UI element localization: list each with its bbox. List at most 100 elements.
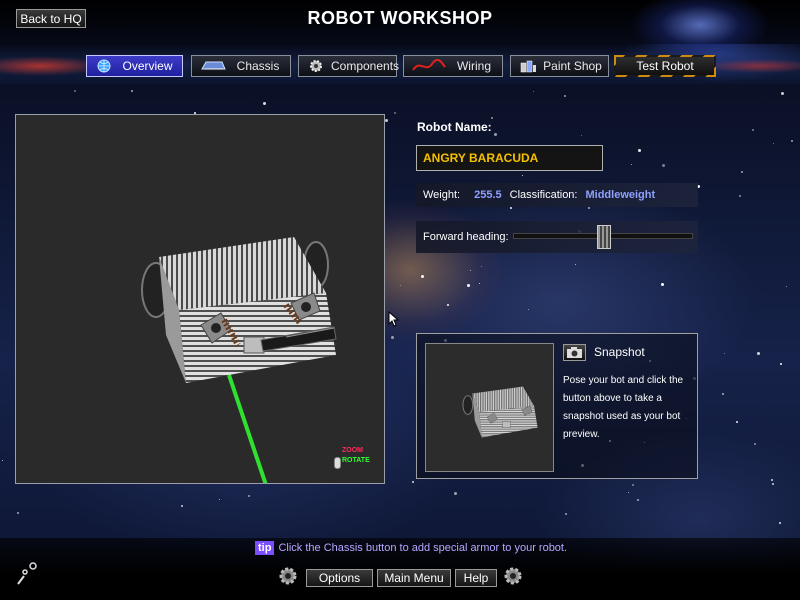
snapshot-preview <box>425 343 554 472</box>
tab-label: Components <box>331 59 400 73</box>
star <box>632 484 634 486</box>
back-to-hq-button[interactable]: Back to HQ <box>16 9 86 28</box>
tab-label: Paint Shop <box>543 59 602 73</box>
forward-heading-label: Forward heading: <box>423 231 509 243</box>
star <box>779 522 781 524</box>
zoom-rotate-hint: ZOOM ROTATE <box>334 447 384 477</box>
tab-label: Wiring <box>456 59 491 73</box>
star <box>565 513 567 515</box>
robot-stats-bar: Weight: 255.5 Classification: Middleweig… <box>416 183 698 207</box>
help-button[interactable]: Help <box>455 569 497 587</box>
forward-heading-row: Forward heading: <box>416 221 698 253</box>
zoom-label: ZOOM <box>342 447 363 454</box>
star <box>454 492 457 495</box>
star <box>467 284 470 287</box>
tab-label: Chassis <box>236 59 280 73</box>
robot-preview-image <box>462 386 538 438</box>
star <box>739 195 741 197</box>
star <box>791 140 793 142</box>
tip-text: Click the Chassis button to add special … <box>278 542 568 554</box>
rotate-label: ROTATE <box>342 457 370 464</box>
star <box>564 95 566 97</box>
star <box>780 363 782 365</box>
star <box>494 133 497 136</box>
mouse-icon <box>334 457 341 469</box>
snapshot-button[interactable] <box>563 344 586 361</box>
page-title: ROBOT WORKSHOP <box>307 8 493 28</box>
star <box>510 207 512 209</box>
star <box>772 483 774 485</box>
snapshot-title: Snapshot <box>594 345 645 359</box>
star <box>248 495 250 497</box>
star <box>219 499 220 500</box>
star <box>74 90 76 92</box>
weight-value: 255.5 <box>474 189 502 201</box>
robot-model <box>141 237 337 483</box>
tab-overview[interactable]: Overview <box>86 55 183 77</box>
star <box>638 149 641 152</box>
star <box>181 505 183 507</box>
star <box>628 492 629 493</box>
star <box>263 102 266 105</box>
tab-label: Test Robot <box>616 57 714 75</box>
robot-3d-viewport[interactable]: ZOOM ROTATE <box>15 114 385 484</box>
star <box>421 275 424 278</box>
star <box>131 90 133 92</box>
tab-chassis[interactable]: Chassis <box>191 55 291 77</box>
weight-label: Weight: <box>423 189 461 201</box>
star <box>588 207 590 209</box>
star <box>391 336 394 339</box>
star <box>662 164 665 167</box>
star <box>470 270 471 271</box>
star <box>2 460 3 461</box>
snapshot-description: Pose your bot and click the button above… <box>563 375 684 440</box>
star <box>637 499 639 501</box>
star <box>773 143 774 144</box>
options-button[interactable]: Options <box>306 569 373 587</box>
classification-label: Classification: <box>509 189 578 201</box>
tab-components[interactable]: Components <box>298 55 399 77</box>
star <box>724 353 725 354</box>
star <box>491 117 493 119</box>
main-menu-button[interactable]: Main Menu <box>377 569 451 587</box>
star <box>781 92 784 95</box>
paint-can-icon <box>519 59 537 73</box>
star <box>722 393 724 395</box>
star <box>385 119 388 122</box>
snapshot-panel: Snapshot Pose your bot and click the but… <box>416 333 698 479</box>
star <box>533 91 534 92</box>
star <box>528 309 529 310</box>
tab-paint-shop[interactable]: Paint Shop <box>510 55 609 77</box>
star <box>481 266 482 267</box>
star <box>412 481 414 483</box>
star <box>575 264 576 265</box>
tab-label: Overview <box>122 59 173 73</box>
star <box>757 352 760 355</box>
mouse-cursor-icon <box>388 310 400 327</box>
star <box>447 304 449 306</box>
star <box>786 286 787 287</box>
studio-logo-icon <box>14 560 40 588</box>
forward-heading-slider[interactable] <box>513 225 693 249</box>
slider-thumb[interactable] <box>597 225 611 249</box>
star <box>736 421 738 423</box>
classification-value: Middleweight <box>585 189 656 201</box>
star <box>581 135 582 136</box>
star <box>631 164 632 165</box>
robot-name-input[interactable]: ANGRY BARACUDA <box>416 145 603 171</box>
star <box>400 285 401 286</box>
robot-name-label: Robot Name: <box>417 120 492 134</box>
star <box>17 512 19 514</box>
star <box>479 283 480 284</box>
wire-icon <box>412 58 446 73</box>
gear-icon <box>503 566 523 586</box>
tab-wiring[interactable]: Wiring <box>403 55 503 77</box>
star <box>522 175 523 176</box>
star <box>394 112 396 114</box>
gear-icon <box>307 59 325 73</box>
star <box>741 171 743 173</box>
tab-test-robot[interactable]: Test Robot <box>614 55 716 77</box>
globe-icon <box>95 59 113 73</box>
chassis-icon <box>200 59 226 73</box>
star <box>754 443 756 445</box>
